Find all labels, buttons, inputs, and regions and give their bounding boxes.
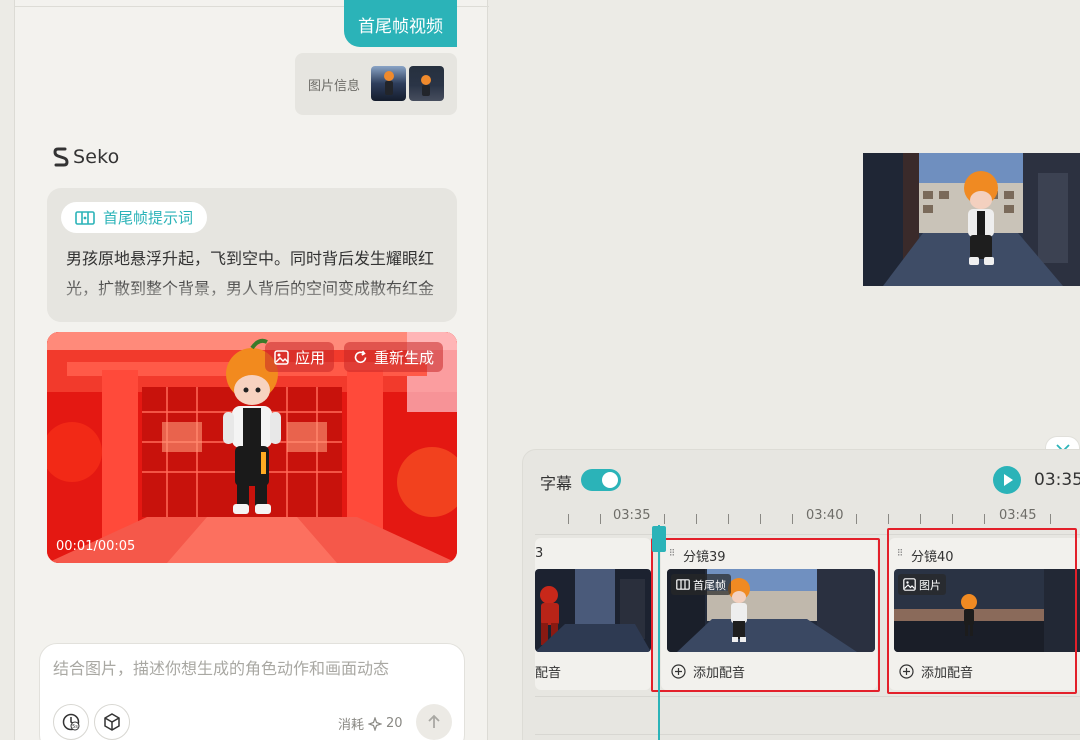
preview-illustration: [863, 153, 1080, 286]
video-time: 00:01/00:05: [56, 539, 136, 554]
ruler-tick: [792, 514, 793, 524]
apply-label: 应用: [295, 348, 326, 367]
ruler-tick: [664, 514, 665, 524]
ruler-tick: [984, 514, 985, 524]
prompt-card: 首尾帧提示词 男孩原地悬浮升起，飞到空中。同时背后发生耀眼红光，扩散到整个背景，…: [47, 188, 457, 322]
ruler-tick: [760, 514, 761, 524]
sparkle-icon: [368, 716, 383, 731]
track-divider: [535, 734, 1080, 735]
ruler-tick: [568, 514, 569, 524]
chat-panel: 首尾帧视频 图片信息 Seko 首尾帧提示词 男孩原地悬浮升起，飞到空中。同时背…: [14, 0, 489, 740]
regenerate-label: 重新生成: [374, 348, 435, 367]
model-button[interactable]: [94, 704, 130, 740]
last-frame-thumbnail[interactable]: [409, 66, 444, 101]
prompt-input-box: 5s 消耗 20: [39, 643, 465, 740]
prompt-fade-overlay: [47, 278, 457, 322]
ruler-tick: [888, 514, 889, 524]
prompt-input[interactable]: [53, 659, 443, 678]
duration-button[interactable]: 5s: [53, 704, 89, 740]
canvas-preview-image[interactable]: [863, 153, 1080, 286]
first-frame-thumbnail[interactable]: [371, 66, 406, 101]
ruler-tick: [600, 514, 601, 524]
svg-text:5s: 5s: [72, 724, 78, 730]
refresh-icon: [354, 350, 367, 363]
cube-icon: [104, 713, 120, 731]
ruler-label: 03:40: [802, 508, 848, 523]
prompt-tag-label: 首尾帧提示词: [103, 209, 194, 227]
clock-icon: 5s: [62, 713, 80, 731]
ruler-label: 03:45: [995, 508, 1041, 523]
brand-name: Seko: [73, 146, 120, 168]
track-divider: [535, 696, 1080, 697]
cost-value: 20: [386, 716, 403, 731]
ruler-tick: [696, 514, 697, 524]
user-message-bubble: 首尾帧视频: [344, 0, 457, 47]
highlight-box-clip-40: [887, 528, 1077, 694]
play-button[interactable]: [993, 466, 1021, 494]
prompt-tag: 首尾帧提示词: [61, 202, 208, 233]
play-icon: [1004, 474, 1013, 486]
timeline-panel: 字幕 03:35 03:35 03:40 03:45 3 配音 ⁝⁝ 分镜39 …: [522, 449, 1080, 740]
subtitle-label: 字幕: [540, 474, 573, 493]
ruler-tick: [728, 514, 729, 524]
image-info-card[interactable]: 图片信息: [295, 53, 457, 115]
highlight-box-clip-39: [651, 538, 880, 692]
image-icon: [274, 349, 289, 365]
ruler-label: 03:35: [609, 508, 655, 523]
cost-label: 消耗: [338, 718, 365, 733]
clip-title: 3: [535, 546, 544, 561]
clip-thumbnail: [535, 569, 651, 652]
ruler-tick: [920, 514, 921, 524]
ruler-tick: [1050, 514, 1051, 524]
regenerate-button[interactable]: 重新生成: [344, 342, 444, 372]
image-info-label: 图片信息: [308, 79, 361, 94]
send-button[interactable]: [416, 704, 452, 740]
add-voiceover-button[interactable]: 配音: [535, 662, 561, 681]
generated-video[interactable]: 应用 重新生成 00:01/00:05: [47, 332, 457, 563]
playhead-handle[interactable]: [652, 526, 666, 552]
seko-logo-icon: [53, 147, 69, 167]
subtitle-toggle[interactable]: [581, 469, 621, 491]
playhead-line: [658, 525, 660, 740]
ruler-tick: [952, 514, 953, 524]
arrow-up-icon: [428, 714, 440, 728]
cost-indicator: 消耗 20: [338, 714, 403, 733]
storyboard-clip-prev[interactable]: 3 配音: [535, 538, 651, 690]
keyframes-icon: [75, 210, 95, 225]
apply-button[interactable]: 应用: [265, 342, 335, 372]
current-time: 03:35: [1034, 470, 1080, 490]
ruler-tick: [856, 514, 857, 524]
toggle-knob: [602, 472, 618, 488]
